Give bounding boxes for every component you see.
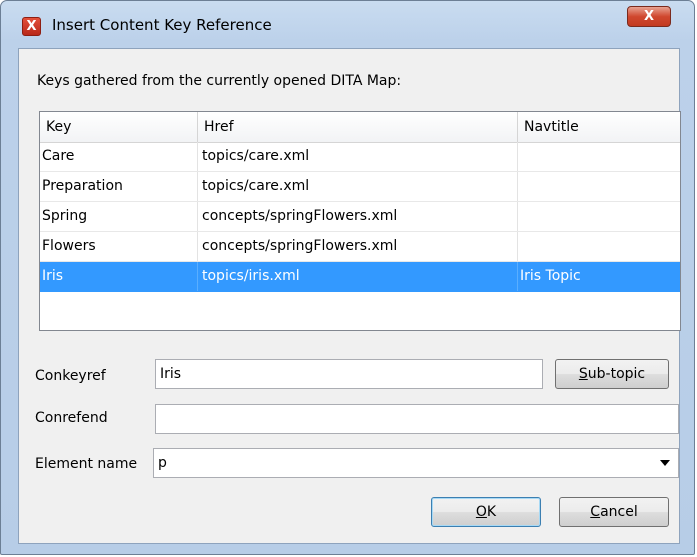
cell-href: concepts/springFlowers.xml <box>198 232 518 261</box>
element-name-value: p <box>158 455 167 471</box>
chevron-down-icon[interactable] <box>660 460 670 466</box>
cell-navtitle: Iris Topic <box>520 268 581 284</box>
window-title: Insert Content Key Reference <box>52 16 272 34</box>
cell-href: topics/care.xml <box>198 172 518 201</box>
ok-label-rest: K <box>486 504 497 520</box>
sub-topic-button[interactable]: Sub-topic <box>555 359 669 389</box>
cancel-button[interactable]: Cancel <box>559 497 669 527</box>
column-header-key[interactable]: Key <box>40 112 198 142</box>
ok-button[interactable]: OK <box>431 497 541 527</box>
keys-description-label: Keys gathered from the currently opened … <box>37 73 402 89</box>
column-header-href[interactable]: Href <box>198 112 518 142</box>
conkeyref-input[interactable]: Iris <box>155 359 543 389</box>
sub-topic-label: ub-topic <box>587 366 646 382</box>
cell-href: topics/iris.xml <box>198 262 518 291</box>
cell-navtitle <box>518 232 680 261</box>
cell-navtitle <box>518 142 680 171</box>
table-row[interactable]: Preparation topics/care.xml <box>40 172 680 202</box>
conkeyref-label: Conkeyref <box>35 368 106 384</box>
conrefend-label: Conrefend <box>35 410 108 426</box>
cell-key: Spring <box>40 202 198 231</box>
dialog-client-area: Keys gathered from the currently opened … <box>18 48 681 544</box>
element-name-label: Element name <box>35 456 138 472</box>
cell-key: Preparation <box>40 172 198 201</box>
conrefend-input[interactable] <box>155 404 679 434</box>
cancel-mnemonic: C <box>590 504 601 520</box>
cancel-label-rest: ancel <box>600 504 638 520</box>
cell-key: Care <box>40 142 198 171</box>
cell-href: topics/care.xml <box>198 142 518 171</box>
dialog-window: X Insert Content Key Reference X Keys ga… <box>0 0 695 555</box>
table-header: Key Href Navtitle <box>40 112 680 143</box>
cell-navtitle <box>518 202 680 231</box>
keys-table[interactable]: Key Href Navtitle Care topics/care.xml P… <box>39 111 681 331</box>
cell-key: Iris <box>40 262 198 291</box>
cell-key: Flowers <box>40 232 198 261</box>
close-button[interactable]: X <box>627 6 671 27</box>
cell-navtitle <box>518 172 680 201</box>
element-name-combobox[interactable]: p <box>153 448 679 478</box>
app-logo-icon: X <box>22 17 41 36</box>
table-row-selected[interactable]: Iris topics/iris.xml Iris Topic <box>40 262 680 292</box>
table-row[interactable]: Spring concepts/springFlowers.xml <box>40 202 680 232</box>
table-row[interactable]: Care topics/care.xml <box>40 142 680 172</box>
table-row[interactable]: Flowers concepts/springFlowers.xml <box>40 232 680 262</box>
sub-topic-mnemonic: S <box>578 366 588 382</box>
column-header-navtitle[interactable]: Navtitle <box>518 112 680 142</box>
title-bar[interactable]: X Insert Content Key Reference X <box>1 1 694 49</box>
cell-href: concepts/springFlowers.xml <box>198 202 518 231</box>
close-icon: X <box>643 9 655 24</box>
ok-mnemonic: O <box>475 504 487 520</box>
